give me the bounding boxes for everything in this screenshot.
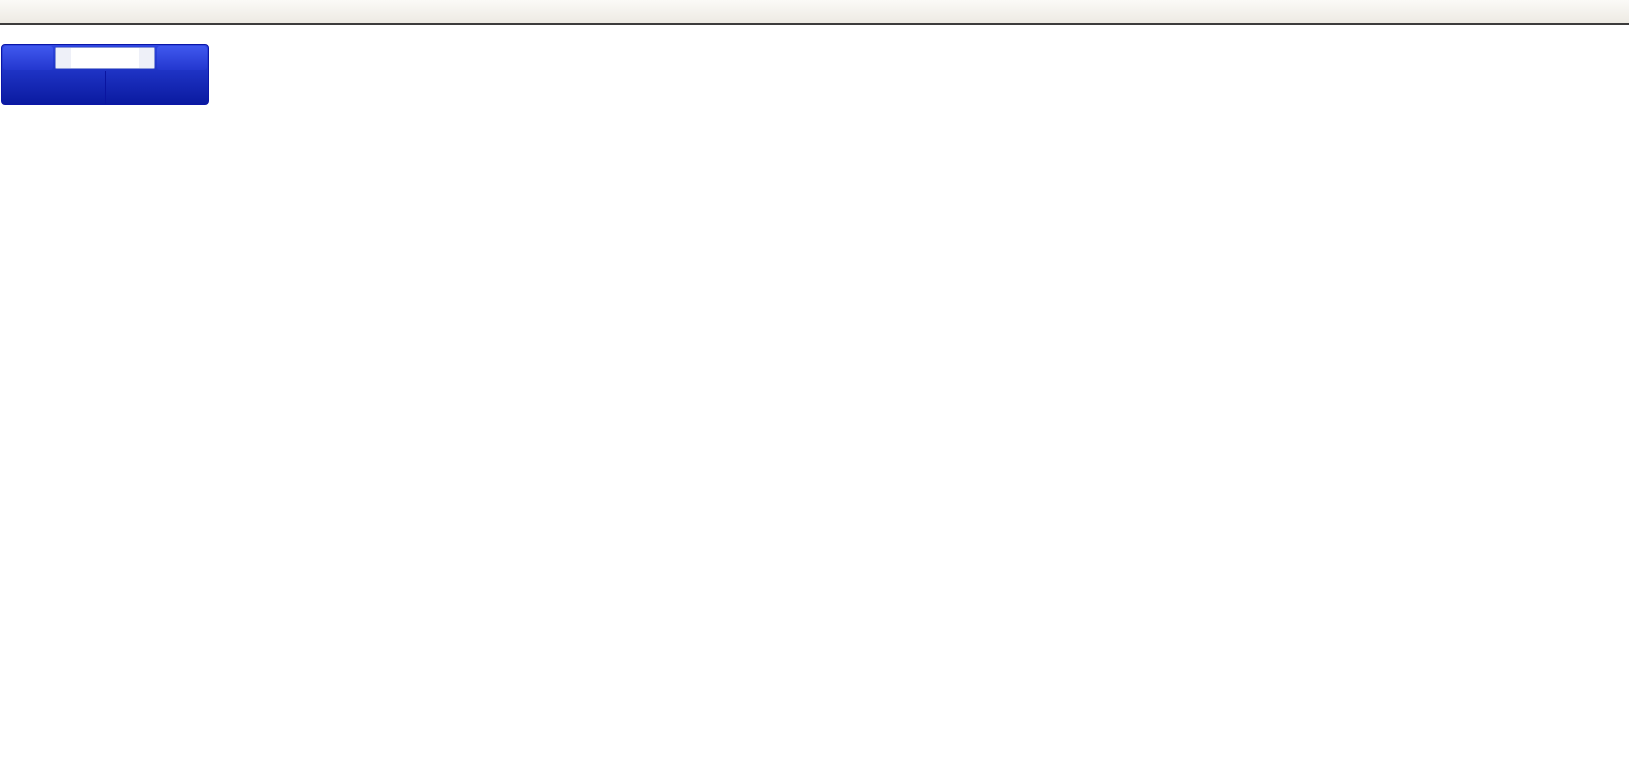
sell-price[interactable] <box>2 71 106 104</box>
volume-decrease-button[interactable] <box>56 48 71 68</box>
one-click-trading-panel <box>1 44 209 105</box>
one-click-trading-top-row <box>2 45 208 71</box>
toolbar <box>0 0 1629 25</box>
volume-input[interactable] <box>71 48 139 68</box>
one-click-trading-prices <box>2 71 208 104</box>
sell-button[interactable] <box>3 46 53 70</box>
mt4-terminal: { "toolbar": { "items": [ {"name":"new-o… <box>0 0 1629 768</box>
volume-stepper <box>55 47 155 69</box>
volume-increase-button[interactable] <box>139 48 154 68</box>
chart-canvas[interactable] <box>0 0 1629 768</box>
buy-button[interactable] <box>157 46 207 70</box>
buy-price[interactable] <box>106 71 209 104</box>
